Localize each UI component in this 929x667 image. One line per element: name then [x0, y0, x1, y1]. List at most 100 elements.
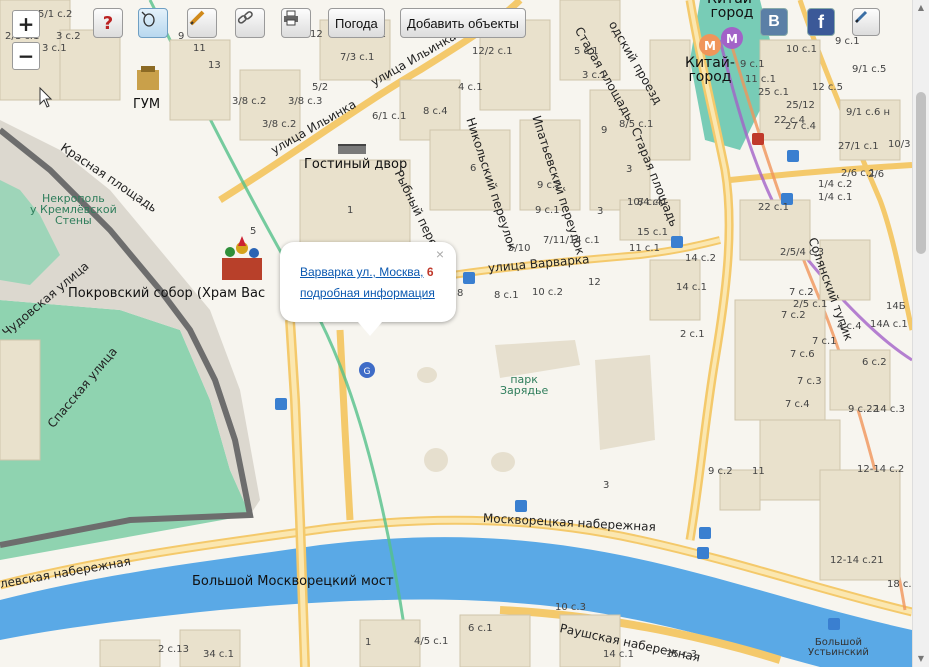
house-number: 11: [752, 466, 765, 477]
house-number: 6: [470, 163, 477, 174]
house-number: 7/11/14 с.1: [543, 235, 600, 246]
house-number: 3/8 с.2: [232, 96, 267, 107]
print-button[interactable]: [281, 8, 311, 38]
house-number: 5/10: [508, 243, 531, 254]
svg-text:M: M: [704, 39, 716, 53]
draw-tool-button[interactable]: [187, 8, 217, 38]
house-number: 2/5/4 с.3: [780, 247, 825, 258]
house-number: 12/2 с.1: [472, 46, 513, 57]
scrollbar-thumb[interactable]: [916, 92, 926, 254]
house-number: 1/4 с.1: [818, 192, 853, 203]
house-number: 3 с.2: [56, 31, 81, 42]
house-number: 14А с.1: [870, 319, 908, 330]
popup-close-button[interactable]: ×: [436, 246, 444, 262]
house-number: 4/5 с.1: [414, 636, 449, 647]
house-number: 9: [178, 31, 185, 42]
house-number: 13: [208, 60, 221, 71]
house-number: 14 с.1: [676, 282, 707, 293]
house-number: 25 с.1: [758, 87, 789, 98]
edit-button[interactable]: [852, 8, 880, 36]
house-number: 34 с.1: [203, 649, 234, 660]
house-number: 14 с.2: [685, 253, 716, 264]
chain-link-icon: [237, 11, 253, 24]
house-number: 9 с.1: [740, 59, 765, 70]
house-number: 8: [457, 288, 464, 299]
house-number: 14 с.1: [603, 649, 634, 660]
house-number: 2 с.13: [158, 644, 189, 655]
poi-gostiny-dvor[interactable]: Гостиный двор: [304, 158, 407, 171]
scroll-up-arrow-icon[interactable]: ▲: [916, 3, 926, 13]
weather-button[interactable]: Погода: [328, 8, 385, 38]
mouse-pointer-icon: [141, 11, 155, 27]
house-number: 7 с.6: [790, 349, 815, 360]
poi-metro-kitay-gorod[interactable]: Китай- город: [685, 56, 735, 84]
house-number: 7 с.2: [781, 310, 806, 321]
house-number: 9 с.1: [535, 205, 560, 216]
house-number: 8 с.4: [423, 106, 448, 117]
facebook-share-button[interactable]: f: [807, 8, 835, 36]
gostiny-dvor-icon[interactable]: [338, 144, 366, 154]
house-number: 15 с.1: [637, 227, 668, 238]
house-number: 3: [603, 480, 610, 491]
house-number: 3 с.1: [42, 43, 67, 54]
popup-details-link[interactable]: подробная информация: [300, 286, 435, 300]
house-number: 9/1 с.6 н: [846, 107, 891, 118]
pencil-icon: [189, 10, 205, 26]
house-number: 3: [626, 164, 633, 175]
house-number: 12: [588, 277, 601, 288]
house-number: 11 с.1: [629, 243, 660, 254]
house-number: 6/1 с.1: [372, 111, 407, 122]
house-number: 14 с.3: [874, 404, 905, 415]
house-number: 15 с.3: [666, 649, 697, 660]
vertical-scrollbar[interactable]: ▲ ▼: [912, 0, 929, 667]
house-number: 1: [347, 205, 354, 216]
house-number: 10 с.2: [532, 287, 563, 298]
house-number: 12-14 с.21: [830, 555, 884, 566]
add-objects-button[interactable]: Добавить объекты: [400, 8, 526, 38]
house-number: 10 с.1: [786, 44, 817, 55]
select-tool-button[interactable]: [138, 8, 168, 38]
house-number: 8 с.4: [637, 197, 662, 208]
link-button[interactable]: [235, 8, 265, 38]
zoom-in-button[interactable]: +: [12, 10, 40, 38]
popup-address-link[interactable]: Варварка ул., Москва,: [300, 265, 424, 279]
popup-house-number: 6: [426, 265, 434, 279]
poi-necropolis[interactable]: Некрополь у Кремлёвской Стены: [30, 193, 117, 226]
cathedral-icon[interactable]: [222, 236, 262, 280]
edit-pen-icon: [854, 10, 868, 24]
help-button[interactable]: ?: [93, 8, 123, 38]
house-number: 5/2: [312, 82, 329, 93]
scroll-down-arrow-icon[interactable]: ▼: [916, 654, 926, 664]
house-number: 25/12: [786, 100, 815, 111]
poi-zaryadye-park[interactable]: парк Зарядье: [500, 374, 548, 396]
house-number: 3/8 с.2: [262, 119, 297, 130]
bank-icon: [752, 133, 764, 145]
house-number: 1/4 с.2: [818, 179, 853, 190]
poi-bolshoy-ustinsky[interactable]: Большой Устьинский: [808, 638, 869, 658]
house-number: 4 с.4: [837, 321, 862, 332]
house-number: 5 с.1: [574, 46, 599, 57]
house-number: 9/1 с.5: [852, 64, 887, 75]
house-number: 22 с.1: [758, 202, 789, 213]
house-number: 10/3: [888, 139, 911, 150]
poi-bridge[interactable]: Большой Москворецкий мост: [192, 575, 394, 588]
gum-icon[interactable]: [137, 66, 159, 90]
house-number: 9 с.2: [708, 466, 733, 477]
house-number: 5/1 с.2: [38, 9, 73, 20]
poi-gum[interactable]: ГУМ: [133, 98, 160, 111]
house-number: 27/1 с.1: [838, 141, 879, 152]
house-number: 1: [365, 637, 372, 648]
svg-text:M: M: [726, 32, 738, 46]
map-canvas[interactable]: G M M улица Ильинка улица Ильинка улица …: [0, 0, 912, 667]
house-number: 10 с.3: [555, 602, 586, 613]
house-number: 2/5 с.1: [793, 299, 828, 310]
house-number: 6 с.1: [468, 623, 493, 634]
zoom-out-button[interactable]: −: [12, 42, 40, 70]
house-number: 12: [310, 29, 323, 40]
house-number: 9 с.1: [835, 36, 860, 47]
vk-share-button[interactable]: В: [760, 8, 788, 36]
house-number: 9: [601, 125, 608, 136]
poi-pokrovsky[interactable]: Покровский собор (Храм Вас: [68, 287, 265, 300]
house-number: 2/6: [868, 169, 885, 180]
poi-metro-kitay-gorod-top[interactable]: Китай- город: [707, 0, 757, 20]
